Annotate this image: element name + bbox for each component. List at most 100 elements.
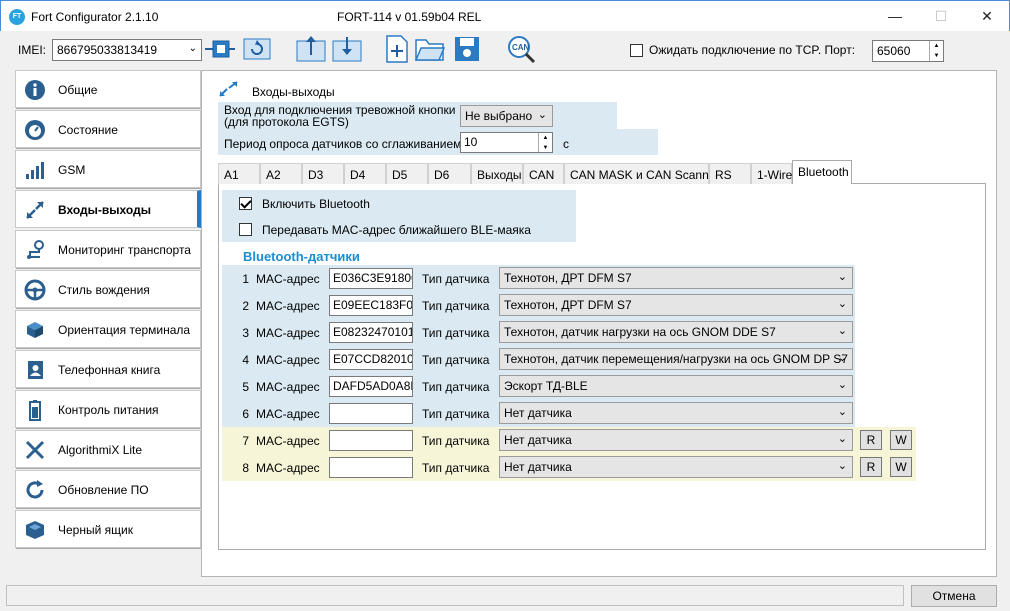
sidebar-item-label: Стиль вождения	[58, 283, 150, 297]
mac-label: MAC-адрес	[256, 407, 320, 421]
poll-period-value: 10	[464, 135, 478, 149]
sensor-type-select[interactable]: Нет датчика ⌄	[499, 429, 853, 451]
poll-period-spinner[interactable]: ▲ ▼	[538, 133, 552, 152]
alarm-input-select[interactable]: Не выбрано ⌄	[460, 105, 553, 127]
info-icon	[24, 79, 46, 101]
alarm-input-value: Не выбрано	[465, 109, 533, 123]
sidebar-item-power[interactable]: Контроль питания	[15, 390, 201, 428]
sidebar-item-phonebook[interactable]: Телефонная книга	[15, 350, 201, 388]
open-folder-icon[interactable]	[415, 34, 445, 64]
sensor-type-select[interactable]: Технотон, датчик перемещения/нагрузки на…	[499, 348, 853, 370]
bluetooth-sensors-title: Bluetooth-датчики	[243, 249, 360, 264]
send-mac-check-box[interactable]	[239, 223, 252, 237]
alarm-input-sublabel: (для протокола EGTS)	[224, 115, 349, 129]
mac-input[interactable]: E08232470101	[329, 322, 413, 343]
tab-rs[interactable]: RS	[709, 163, 751, 184]
imei-select[interactable]: 866795033813419 ⌄	[52, 39, 202, 61]
blackbox-icon	[24, 519, 46, 541]
write-button[interactable]: W	[890, 457, 912, 477]
tab-a2[interactable]: A2	[260, 163, 302, 184]
write-button[interactable]: W	[890, 430, 912, 450]
save-icon[interactable]	[452, 34, 482, 64]
mac-input[interactable]: DAFD5AD0A8FA	[329, 376, 413, 397]
sidebar-item-blackbox[interactable]: Черный ящик	[15, 510, 201, 548]
enable-bluetooth-label: Включить Bluetooth	[262, 197, 370, 211]
tab-a1[interactable]: A1	[218, 163, 260, 184]
new-file-icon[interactable]	[382, 34, 412, 64]
sensor-type-value: Нет датчика	[504, 460, 572, 474]
port-spinner[interactable]: ▲ ▼	[929, 41, 943, 61]
sensor-type-value: Технотон, ДРТ DFM S7	[504, 298, 632, 312]
tab-bluetooth[interactable]: Bluetooth	[792, 160, 852, 184]
mac-input[interactable]	[329, 457, 413, 478]
sensor-type-label: Тип датчика	[422, 299, 490, 313]
connect-icon[interactable]	[205, 34, 235, 64]
sensor-type-label: Тип датчика	[422, 272, 490, 286]
port-input[interactable]: 65060 ▲ ▼	[872, 40, 944, 62]
download-config-icon[interactable]	[332, 34, 362, 64]
row-number: 5	[242, 380, 249, 394]
sidebar-item-update[interactable]: Обновление ПО	[15, 470, 201, 508]
sidebar-item-gsm[interactable]: GSM	[15, 150, 201, 188]
tab-d6[interactable]: D6	[428, 163, 471, 184]
sensor-type-select[interactable]: Нет датчика ⌄	[499, 402, 853, 424]
tab-can-mask[interactable]: CAN MASK и CAN Scanner	[564, 163, 719, 184]
read-button[interactable]: R	[860, 430, 882, 450]
sidebar-item-monitoring[interactable]: Мониторинг транспорта	[15, 230, 201, 268]
cancel-button[interactable]: Отмена	[911, 585, 997, 607]
tab-1wire[interactable]: 1-Wire	[751, 163, 792, 184]
sidebar-item-label: GSM	[58, 163, 86, 177]
send-mac-checkbox[interactable]	[239, 222, 252, 237]
tab-d5[interactable]: D5	[386, 163, 428, 184]
tab-can[interactable]: CAN	[523, 163, 564, 184]
row-number: 8	[242, 461, 249, 475]
maximize-button[interactable]: ☐	[918, 1, 964, 32]
can-scanner-icon[interactable]: CAN	[506, 34, 536, 64]
imei-label: IMEI:	[18, 43, 47, 57]
sidebar-item-general[interactable]: Общие	[15, 70, 201, 108]
tab-outputs[interactable]: Выходы	[471, 163, 523, 184]
sensor-type-select[interactable]: Технотон, ДРТ DFM S7 ⌄	[499, 267, 853, 289]
mac-input[interactable]	[329, 403, 413, 424]
tab-d3[interactable]: D3	[302, 163, 344, 184]
imei-value: 866795033813419	[57, 43, 158, 57]
upload-config-icon[interactable]	[296, 34, 326, 64]
close-button[interactable]: ✕	[964, 1, 1010, 32]
tab-d4[interactable]: D4	[344, 163, 386, 184]
poll-period-input[interactable]: 10 ▲ ▼	[460, 132, 553, 153]
sensor-type-select[interactable]: Технотон, ДРТ DFM S7 ⌄	[499, 294, 853, 316]
minimize-button[interactable]: —	[872, 1, 918, 32]
sidebar-item-label: Ориентация терминала	[58, 323, 191, 337]
mac-input[interactable]: E09EEC183F00	[329, 295, 413, 316]
mac-input[interactable]: E036C3E91800	[329, 268, 413, 289]
sidebar-item-label: Состояние	[58, 123, 118, 137]
sensor-type-select[interactable]: Эскорт ТД-BLE ⌄	[499, 375, 853, 397]
status-bar	[6, 585, 904, 606]
row-number: 2	[242, 299, 249, 313]
sensor-type-label: Тип датчика	[422, 461, 490, 475]
sensor-type-select[interactable]: Нет датчика ⌄	[499, 456, 853, 478]
sidebar-item-driving-style[interactable]: Стиль вождения	[15, 270, 201, 308]
chevron-down-icon: ⌄	[837, 325, 847, 337]
read-button[interactable]: R	[860, 457, 882, 477]
poll-period-label: Период опроса датчиков со сглаживанием	[224, 137, 462, 151]
reconnect-icon[interactable]	[242, 34, 272, 64]
mac-label: MAC-адрес	[256, 434, 320, 448]
sidebar-item-io[interactable]: Входы-выходы	[15, 190, 201, 228]
send-mac-label: Передавать MAC-адрес ближайшего BLE-маяк…	[262, 223, 531, 237]
chevron-down-icon: ⌄	[837, 298, 847, 310]
mac-label: MAC-адрес	[256, 272, 320, 286]
io-arrows-icon	[24, 199, 46, 221]
tcp-wait-checkbox[interactable]	[630, 43, 643, 58]
enable-bluetooth-checkbox[interactable]	[239, 196, 252, 211]
sidebar-item-orientation[interactable]: Ориентация терминала	[15, 310, 201, 348]
sensor-type-select[interactable]: Технотон, датчик нагрузки на ось GNOM DD…	[499, 321, 853, 343]
enable-bluetooth-check-box[interactable]	[239, 197, 252, 211]
section-title: Входы-выходы	[252, 85, 335, 99]
tcp-wait-check-box[interactable]	[630, 44, 643, 58]
sidebar-item-status[interactable]: Состояние	[15, 110, 201, 148]
mac-input[interactable]: E07CCD820101	[329, 349, 413, 370]
sidebar-item-algorithmix[interactable]: AlgorithmiX Lite	[15, 430, 201, 468]
row-number: 6	[242, 407, 249, 421]
mac-input[interactable]	[329, 430, 413, 451]
